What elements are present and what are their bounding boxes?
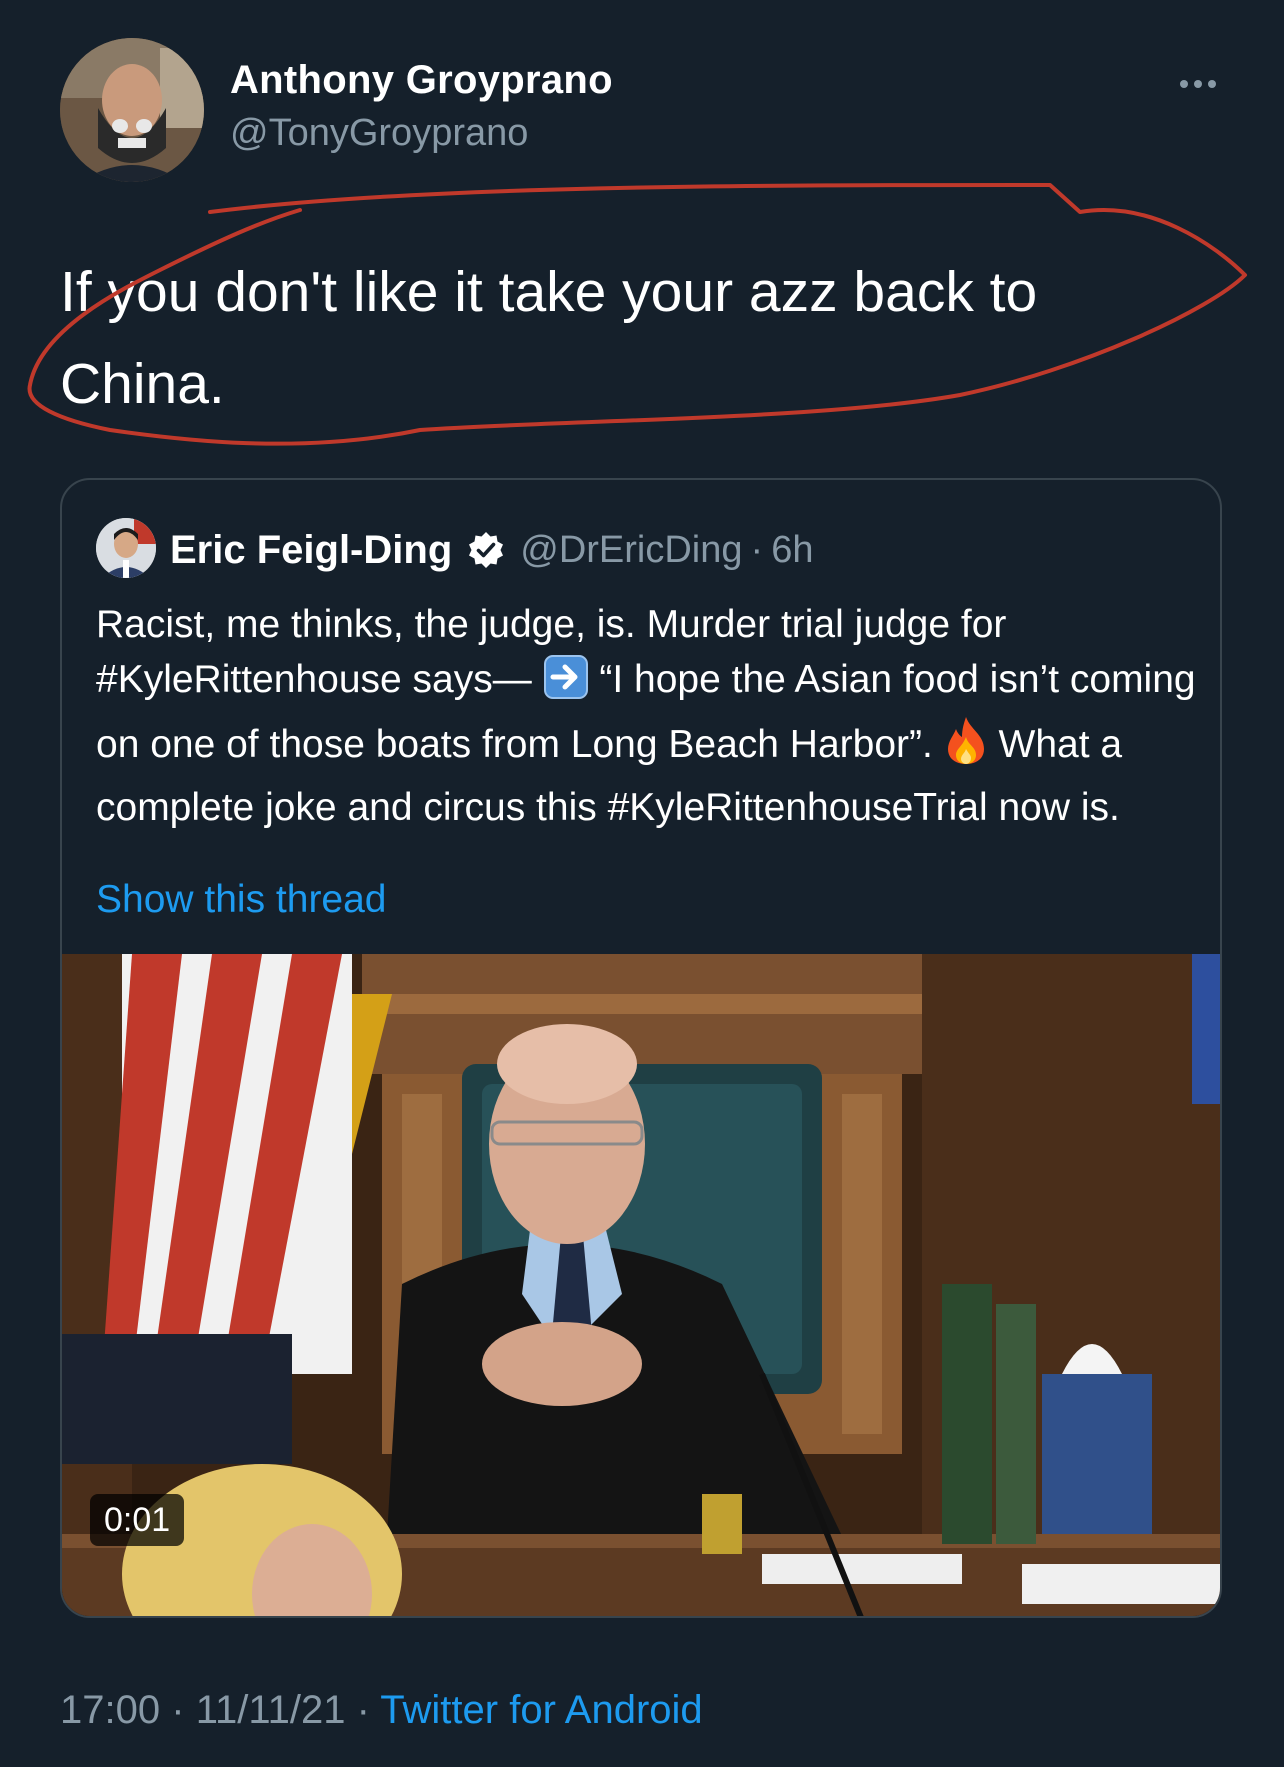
verified-badge-icon xyxy=(466,530,506,570)
tweet-text: If you don't like it take your azz back … xyxy=(60,246,1210,430)
video-thumbnail xyxy=(62,954,1220,1616)
quoted-author-handle[interactable]: @DrEricDing xyxy=(520,529,742,572)
quoted-tweet-text: Racist, me thinks, the judge, is. Murder… xyxy=(96,598,1196,835)
author-avatar[interactable] xyxy=(60,38,204,182)
quoted-author-name[interactable]: Eric Feigl-Ding xyxy=(170,528,452,573)
tweet-detail-page: Anthony Groyprano @TonyGroyprano If you … xyxy=(0,0,1284,1767)
author-name[interactable]: Anthony Groyprano xyxy=(230,58,613,103)
quoted-avatar-image xyxy=(96,518,156,578)
quoted-tweet-card[interactable]: Eric Feigl-Ding @DrEricDing · 6h Racist,… xyxy=(60,478,1222,1618)
tweet-text-line-1: If you don't like it take your azz back … xyxy=(60,260,1038,324)
tweet-text-line-2: China. xyxy=(60,352,225,416)
more-horizontal-icon[interactable] xyxy=(1176,62,1220,106)
video-player[interactable]: 0:01 xyxy=(62,954,1220,1616)
quoted-tweet-header: Eric Feigl-Ding @DrEricDing · 6h xyxy=(170,520,813,580)
video-timer: 0:01 xyxy=(90,1494,185,1546)
tweet-date: 11/11/21 xyxy=(195,1688,346,1732)
quoted-tweet-age[interactable]: 6h xyxy=(771,529,813,572)
fire-emoji-icon xyxy=(944,715,988,781)
avatar-image xyxy=(60,38,204,182)
show-thread-link[interactable]: Show this thread xyxy=(96,878,387,922)
author-handle[interactable]: @TonyGroyprano xyxy=(230,112,528,155)
tweet-time: 17:00 xyxy=(60,1688,161,1732)
meta-separator-1: · xyxy=(171,1688,185,1732)
tweet-metadata: 17:00 · 11/11/21 · Twitter for Android xyxy=(60,1688,703,1733)
quoted-author-avatar[interactable] xyxy=(96,518,156,578)
right-arrow-emoji-icon xyxy=(543,654,589,716)
header-separator: · xyxy=(750,528,764,571)
tweet-source-link[interactable]: Twitter for Android xyxy=(380,1688,702,1732)
meta-separator-2: · xyxy=(356,1688,370,1732)
